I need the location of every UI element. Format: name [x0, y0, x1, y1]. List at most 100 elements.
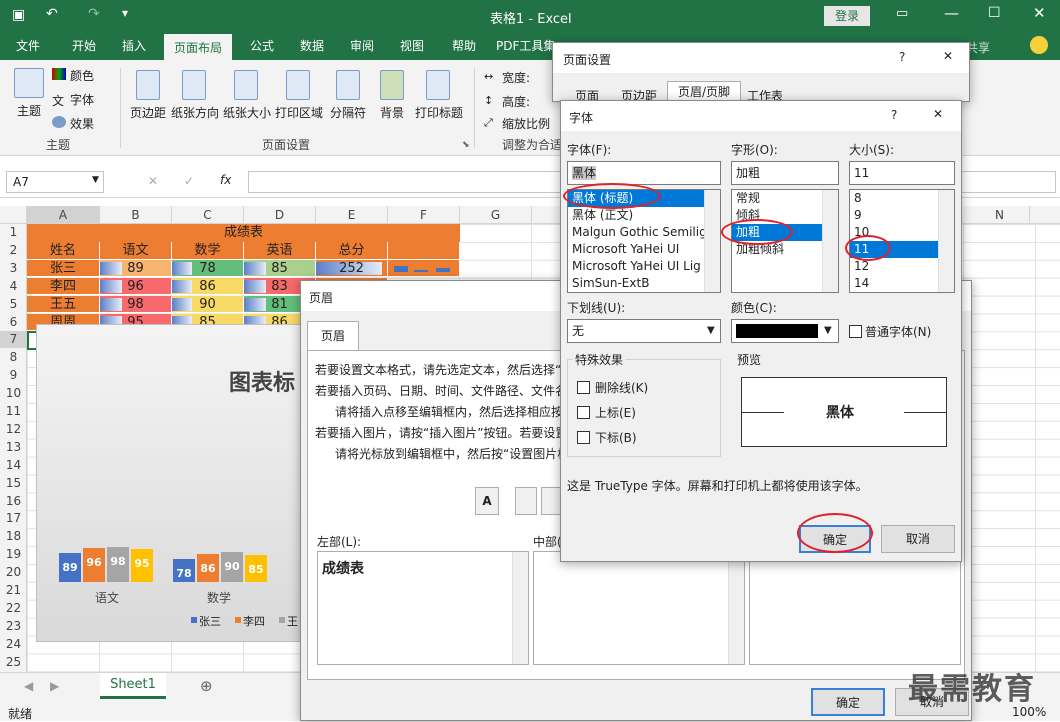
- quick-access-dropdown-icon[interactable]: ▾: [122, 6, 128, 20]
- format-text-button[interactable]: A: [475, 487, 499, 515]
- table-title[interactable]: 成绩表: [27, 224, 460, 242]
- cancel-icon[interactable]: ✕: [148, 174, 158, 188]
- scroll-left-icon[interactable]: ◀: [24, 679, 33, 693]
- scrollbar[interactable]: [728, 552, 744, 664]
- breaks-button[interactable]: 分隔符: [328, 104, 368, 121]
- list-item[interactable]: SimSun-ExtB: [568, 275, 720, 292]
- fonts-button[interactable]: 字体: [70, 91, 94, 108]
- row-header[interactable]: 5: [0, 296, 27, 313]
- scrollbar[interactable]: [704, 190, 720, 292]
- right-section-input[interactable]: [749, 551, 961, 665]
- scrollbar[interactable]: [512, 552, 528, 664]
- row-header[interactable]: 8: [0, 349, 27, 366]
- save-icon[interactable]: ▣: [12, 7, 25, 23]
- scrollbar[interactable]: [822, 190, 838, 292]
- print-titles-button[interactable]: 打印标题: [412, 104, 466, 121]
- chart-bar[interactable]: 95: [131, 549, 153, 582]
- dialog-launcher-icon[interactable]: ⬊: [462, 140, 470, 150]
- tab-data[interactable]: 数据: [292, 32, 332, 60]
- colors-button[interactable]: 颜色: [70, 67, 94, 84]
- maximize-icon[interactable]: ☐: [988, 5, 1001, 21]
- row-header[interactable]: 4: [0, 278, 27, 295]
- row-header[interactable]: 17: [0, 510, 27, 527]
- subscript-checkbox[interactable]: [577, 431, 590, 444]
- column-header[interactable]: F: [388, 206, 460, 224]
- ribbon-display-icon[interactable]: ▭: [896, 6, 908, 21]
- row-header[interactable]: 19: [0, 546, 27, 563]
- chart-bar[interactable]: 86: [197, 554, 219, 582]
- table-cell[interactable]: 89: [100, 259, 172, 278]
- smiley-icon[interactable]: [1030, 36, 1048, 54]
- row-header[interactable]: 18: [0, 528, 27, 545]
- row-header[interactable]: 12: [0, 421, 27, 438]
- cancel-button[interactable]: 取消: [881, 525, 955, 553]
- column-header[interactable]: E: [316, 206, 388, 224]
- close-icon[interactable]: ✕: [1033, 4, 1046, 22]
- table-cell[interactable]: 86: [172, 277, 244, 296]
- size-input[interactable]: 11: [849, 161, 955, 185]
- print-area-button[interactable]: 打印区域: [274, 104, 324, 121]
- add-sheet-icon[interactable]: ⊕: [200, 677, 213, 695]
- theme-button[interactable]: 主题: [14, 102, 44, 119]
- redo-icon[interactable]: ↷: [88, 6, 100, 22]
- tab-help[interactable]: 帮助: [444, 32, 484, 60]
- tab-view[interactable]: 视图: [392, 32, 432, 60]
- undo-icon[interactable]: ↶: [46, 6, 58, 22]
- strikethrough-checkbox[interactable]: [577, 381, 590, 394]
- list-item[interactable]: Microsoft YaHei UI Lig: [568, 258, 720, 275]
- row-header[interactable]: 14: [0, 457, 27, 474]
- insert-function-icon[interactable]: fx: [220, 173, 231, 187]
- row-header[interactable]: 21: [0, 582, 27, 599]
- column-header[interactable]: N: [970, 206, 1030, 224]
- row-header[interactable]: 23: [0, 618, 27, 635]
- background-button[interactable]: 背景: [376, 104, 408, 121]
- table-header[interactable]: 数学: [172, 242, 244, 260]
- table-header[interactable]: 姓名: [27, 242, 100, 260]
- column-header[interactable]: G: [460, 206, 532, 224]
- superscript-checkbox[interactable]: [577, 406, 590, 419]
- list-item[interactable]: Microsoft YaHei UI: [568, 241, 720, 258]
- close-icon[interactable]: ✕: [943, 49, 953, 63]
- center-section-input[interactable]: [533, 551, 745, 665]
- tab-pdf-tools[interactable]: PDF工具集: [496, 32, 556, 60]
- left-section-input[interactable]: 成绩表: [317, 551, 529, 665]
- style-input[interactable]: 加粗: [731, 161, 839, 185]
- table-cell[interactable]: 90: [172, 295, 244, 314]
- login-button[interactable]: 登录: [824, 6, 870, 26]
- close-icon[interactable]: ✕: [933, 107, 943, 121]
- tab-review[interactable]: 审阅: [342, 32, 382, 60]
- row-header[interactable]: 9: [0, 367, 27, 384]
- table-header[interactable]: 总分: [316, 242, 388, 260]
- row-header[interactable]: 10: [0, 385, 27, 402]
- column-header[interactable]: A: [27, 206, 100, 224]
- tab-file[interactable]: 文件: [8, 32, 48, 60]
- chevron-down-icon[interactable]: ▼: [707, 325, 715, 336]
- help-icon[interactable]: ?: [891, 108, 897, 122]
- table-cell[interactable]: 李四: [27, 277, 100, 296]
- name-box-dropdown-icon[interactable]: ▼: [92, 175, 99, 185]
- tab-formulas[interactable]: 公式: [242, 32, 282, 60]
- table-cell[interactable]: 96: [100, 277, 172, 296]
- margins-button[interactable]: 页边距: [128, 104, 168, 121]
- row-header[interactable]: 25: [0, 654, 27, 671]
- list-item[interactable]: 黑体 (正文): [568, 207, 720, 224]
- chart-bar[interactable]: 78: [173, 559, 195, 582]
- row-header[interactable]: 24: [0, 636, 27, 653]
- table-cell[interactable]: 252: [316, 259, 388, 278]
- table-cell[interactable]: 张三: [27, 259, 100, 278]
- row-header[interactable]: 16: [0, 493, 27, 510]
- scrollbar[interactable]: [938, 190, 954, 292]
- table-cell[interactable]: 85: [244, 259, 316, 278]
- tab-home[interactable]: 开始: [64, 32, 104, 60]
- chart-bar[interactable]: 96: [83, 548, 105, 582]
- row-header[interactable]: 15: [0, 475, 27, 492]
- table-header[interactable]: 英语: [244, 242, 316, 260]
- table-cell[interactable]: 王五: [27, 295, 100, 314]
- tab-header[interactable]: 页眉: [307, 321, 359, 351]
- chevron-down-icon[interactable]: ▼: [824, 325, 832, 336]
- row-header[interactable]: 3: [0, 260, 27, 277]
- scroll-right-icon[interactable]: ▶: [50, 679, 59, 693]
- row-header[interactable]: 11: [0, 403, 27, 420]
- size-button[interactable]: 纸张大小: [222, 104, 272, 121]
- row-header[interactable]: 7: [0, 331, 27, 349]
